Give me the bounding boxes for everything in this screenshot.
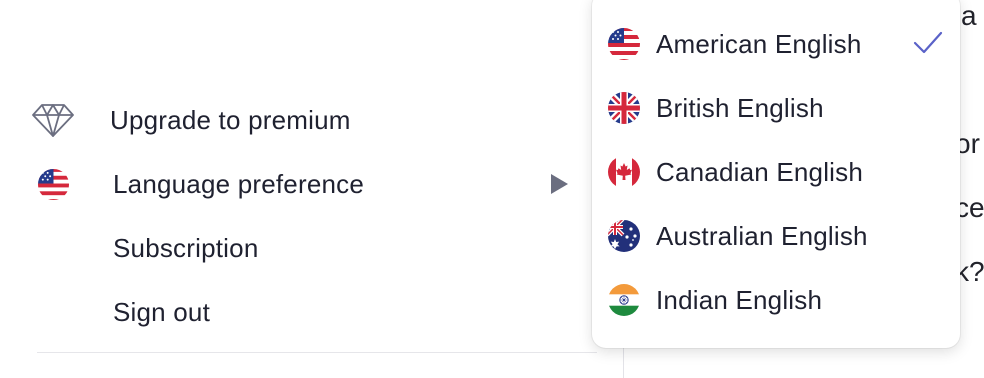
- menu-item-sign-out[interactable]: Sign out: [0, 284, 600, 340]
- menu-item-label: Subscription: [113, 232, 259, 263]
- language-option-label: American English: [656, 28, 862, 59]
- language-option-canadian-english[interactable]: Canadian English: [592, 142, 960, 202]
- triangle-right-icon: [551, 174, 568, 194]
- diamond-icon: [32, 104, 74, 137]
- language-option-indian-english[interactable]: Indian English: [592, 270, 960, 330]
- stage: a or ce k? Upgrade to premium Language p…: [0, 0, 984, 378]
- language-option-american-english[interactable]: American English: [592, 14, 960, 74]
- australia-flag-icon: [608, 220, 640, 252]
- checkmark-icon: [913, 31, 943, 54]
- us-flag-icon: [608, 28, 640, 60]
- language-option-british-english[interactable]: British English: [592, 78, 960, 138]
- menu-divider: [37, 352, 597, 353]
- menu-item-subscription[interactable]: Subscription: [0, 220, 600, 276]
- language-option-label: Australian English: [656, 220, 868, 251]
- uk-flag-icon: [608, 92, 640, 124]
- account-menu: Upgrade to premium Language preference S…: [0, 0, 624, 378]
- menu-item-upgrade[interactable]: Upgrade to premium: [0, 92, 600, 148]
- us-flag-icon: [37, 168, 70, 201]
- language-option-label: Indian English: [656, 284, 823, 315]
- panel-border: [623, 345, 624, 378]
- language-option-label: British English: [656, 92, 824, 123]
- language-submenu: American English British English Canadia…: [592, 0, 960, 348]
- language-option-australian-english[interactable]: Australian English: [592, 206, 960, 266]
- menu-item-label: Language preference: [113, 168, 365, 199]
- menu-item-language-preference[interactable]: Language preference: [0, 156, 600, 212]
- language-option-label: Canadian English: [656, 156, 864, 187]
- background-text: a: [961, 0, 977, 31]
- menu-item-label: Sign out: [113, 296, 211, 327]
- menu-item-label: Upgrade to premium: [110, 104, 351, 135]
- canada-flag-icon: [608, 156, 640, 188]
- india-flag-icon: [608, 284, 640, 316]
